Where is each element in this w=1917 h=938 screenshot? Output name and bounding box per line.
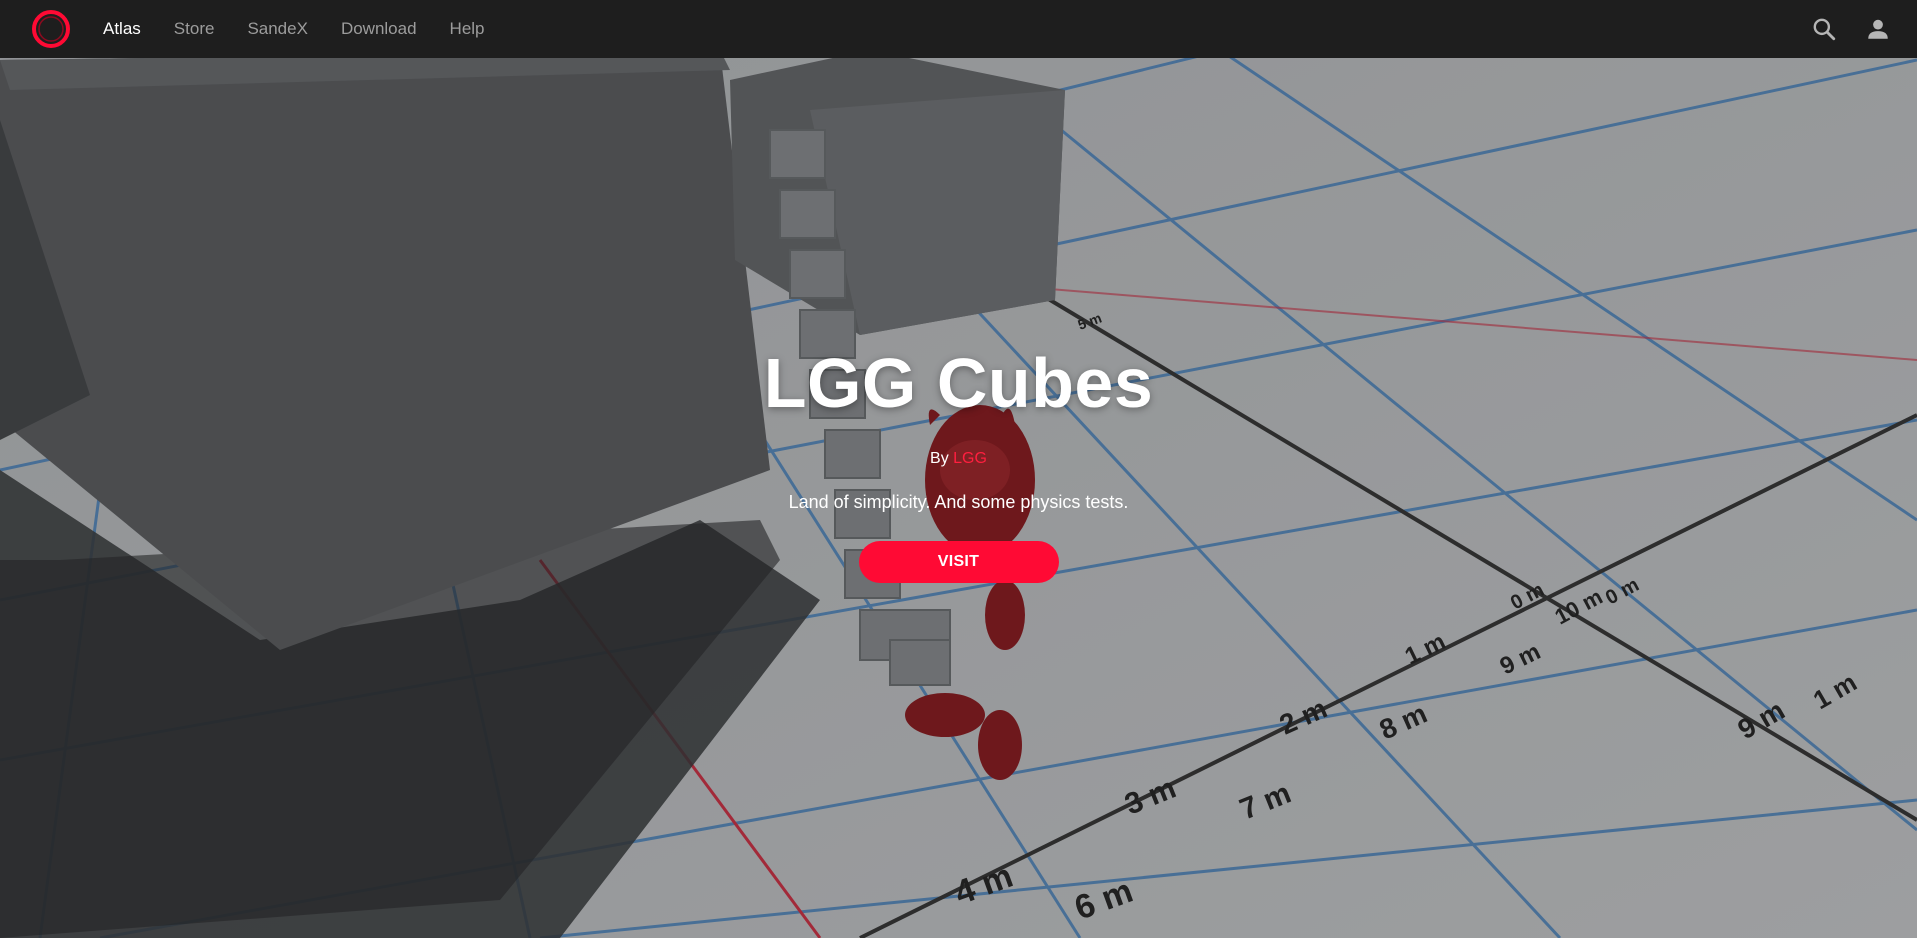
visit-button[interactable]: VISIT — [858, 541, 1059, 583]
main-nav: Atlas Store SandeX Download Help — [103, 0, 518, 58]
user-icon[interactable] — [1865, 16, 1891, 42]
author-link[interactable]: LGG — [953, 450, 987, 467]
world-title: LGG Cubes — [763, 344, 1154, 422]
red-ring-logo-icon[interactable] — [30, 8, 72, 50]
by-label: By — [930, 450, 949, 467]
top-right-actions — [1783, 0, 1891, 58]
hero-content: LGG Cubes By LGG Land of simplicity. And… — [0, 340, 1917, 583]
nav-item-help[interactable]: Help — [450, 19, 485, 39]
nav-item-sandex[interactable]: SandeX — [247, 19, 308, 39]
nav-item-store[interactable]: Store — [174, 19, 215, 39]
top-navigation-bar: Atlas Store SandeX Download Help — [0, 0, 1917, 58]
nav-item-atlas[interactable]: Atlas — [103, 19, 141, 39]
byline: By LGG — [0, 450, 1917, 468]
search-icon[interactable] — [1811, 16, 1837, 42]
nav-item-download[interactable]: Download — [341, 19, 417, 39]
world-description: Land of simplicity. And some physics tes… — [788, 492, 1129, 512]
